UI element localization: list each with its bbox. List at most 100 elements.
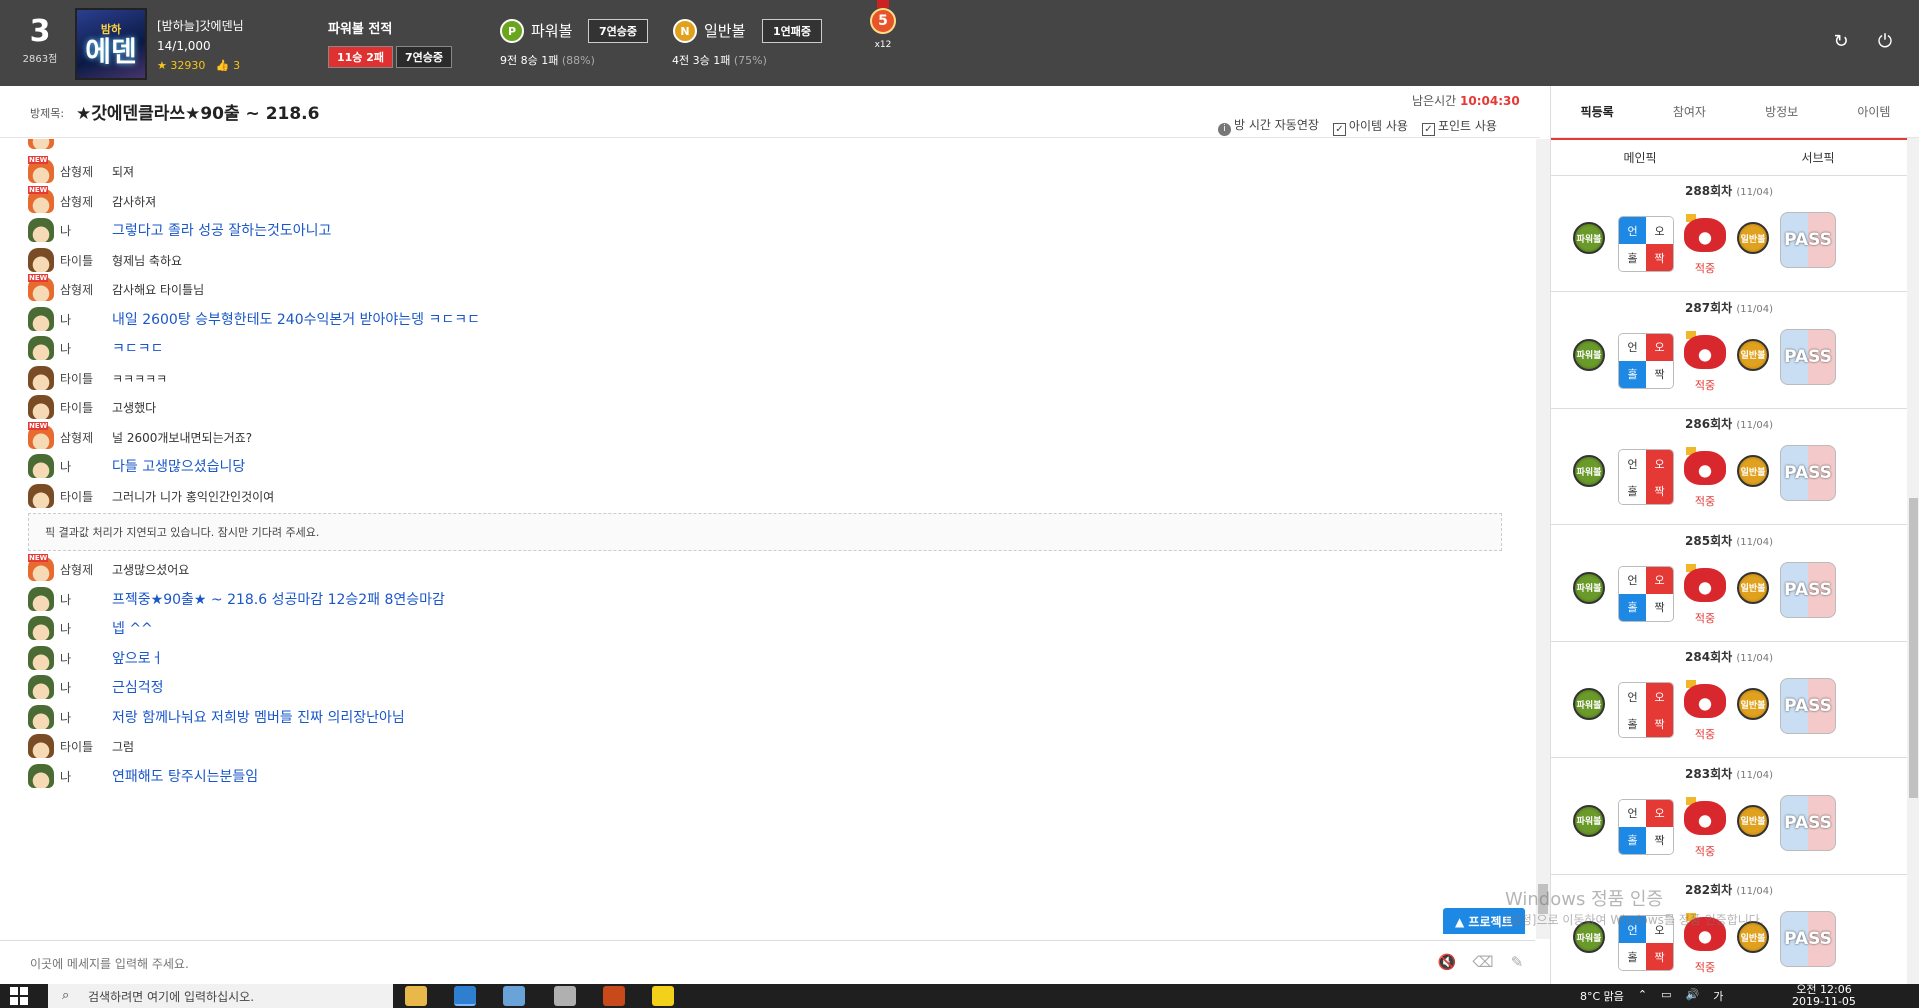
point-use-checkbox[interactable]: ✓ 포인트 사용 (1421, 117, 1497, 136)
pick-cell[interactable]: 언 (1619, 683, 1646, 710)
tray-chevron-icon[interactable]: ⌃ (1638, 988, 1647, 1004)
windows-start-icon[interactable] (10, 987, 28, 1005)
right-scrollbar-thumb[interactable] (1909, 498, 1918, 798)
pick-cell[interactable]: 언 (1619, 799, 1646, 827)
volume-icon[interactable]: 🔊 (1686, 988, 1700, 1004)
normalball-icon[interactable]: 일반볼 (1737, 338, 1769, 371)
pick-cell[interactable]: 짝 (1646, 244, 1673, 271)
member-avatar-icon[interactable] (28, 587, 54, 611)
chat-nickname[interactable]: 나 (60, 311, 112, 328)
powerball-icon[interactable]: 파워볼 (1573, 338, 1605, 371)
calculator-icon[interactable] (554, 986, 576, 1006)
chat-nickname[interactable]: 나 (60, 591, 112, 608)
refresh-icon[interactable]: ↻ (1829, 30, 1853, 54)
normalball-icon[interactable]: 일반볼 (1737, 455, 1769, 487)
new-member-avatar-icon[interactable] (28, 274, 54, 301)
normalball-icon[interactable]: 일반볼 (1737, 804, 1769, 837)
chat-nickname[interactable]: 나 (60, 650, 112, 667)
normalball-icon[interactable]: 일반볼 (1737, 222, 1769, 254)
pick-cell[interactable]: 홀 (1619, 593, 1646, 621)
app-icon[interactable] (503, 986, 525, 1006)
powerball-icon[interactable]: 파워볼 (1573, 804, 1605, 837)
pass-button[interactable]: PASS (1780, 678, 1836, 734)
pick-cell[interactable]: 오 (1646, 683, 1673, 710)
pass-button[interactable]: PASS (1780, 212, 1836, 268)
pick-cell[interactable]: 오 (1646, 217, 1673, 244)
pick-cell[interactable]: 짝 (1646, 826, 1673, 854)
member-avatar-icon[interactable] (28, 764, 54, 788)
magic-wand-icon[interactable]: ✎ (1506, 951, 1528, 973)
game-icon[interactable] (603, 986, 625, 1006)
pass-button[interactable]: PASS (1780, 561, 1836, 618)
chat-nickname[interactable]: 삼형제 (60, 561, 112, 578)
power-icon[interactable]: ⏻ (1873, 30, 1897, 54)
normalball-icon[interactable]: 일반볼 (1737, 688, 1769, 720)
new-member-avatar-icon[interactable] (28, 554, 54, 581)
new-member-avatar-icon[interactable] (28, 156, 54, 183)
normalball-icon[interactable]: 일반볼 (1737, 571, 1769, 604)
member-avatar-icon[interactable] (28, 646, 54, 670)
chat-nickname[interactable]: 타이틀 (60, 370, 112, 387)
chat-nickname[interactable]: 나 (60, 222, 112, 239)
chat-nickname[interactable]: 타이틀 (60, 399, 112, 416)
chat-input[interactable] (30, 953, 1410, 975)
member-avatar-icon[interactable] (28, 218, 54, 242)
pick-cell[interactable]: 언 (1619, 333, 1646, 361)
pick-cell[interactable]: 짝 (1646, 593, 1673, 621)
powerball-icon[interactable]: 파워볼 (1573, 571, 1605, 604)
auto-extend-option[interactable]: i방 시간 자동연장 (1218, 116, 1319, 136)
tab-pick[interactable]: 픽등록 (1551, 86, 1643, 137)
tab-items[interactable]: 아이템 (1828, 86, 1919, 137)
chat-nickname[interactable]: 나 (60, 768, 112, 785)
pick-cell[interactable]: 홀 (1619, 360, 1646, 388)
kakaotalk-icon[interactable] (652, 986, 674, 1006)
ime-indicator[interactable]: 가 (1713, 988, 1723, 1004)
member-avatar-icon[interactable] (28, 616, 54, 640)
member-avatar-icon[interactable] (28, 705, 54, 729)
chat-nickname[interactable]: 타이틀 (60, 738, 112, 755)
chat-nickname[interactable]: 나 (60, 340, 112, 357)
chat-nickname[interactable]: 타이틀 (60, 488, 112, 505)
tab-roominfo[interactable]: 방정보 (1736, 86, 1828, 137)
file-explorer-icon[interactable] (405, 986, 427, 1006)
network-icon[interactable]: ▭ (1661, 988, 1671, 1004)
pick-cell[interactable]: 오 (1646, 450, 1673, 477)
chat-nickname[interactable]: 나 (60, 620, 112, 637)
pick-cell[interactable]: 홀 (1619, 477, 1646, 504)
eraser-icon[interactable]: ⌫ (1472, 951, 1494, 973)
pass-button[interactable]: PASS (1780, 911, 1836, 967)
chat-nickname[interactable]: 나 (60, 679, 112, 696)
powerball-icon[interactable]: 파워볼 (1573, 222, 1605, 254)
pick-cell[interactable]: 언 (1619, 217, 1646, 244)
chat-nickname[interactable]: 삼형제 (60, 163, 112, 180)
pass-button[interactable]: PASS (1780, 328, 1836, 385)
pick-cell[interactable]: 짝 (1646, 360, 1673, 388)
member-avatar-icon[interactable] (28, 395, 54, 419)
pick-cell[interactable]: 짝 (1646, 477, 1673, 504)
pick-cell[interactable]: 오 (1646, 333, 1673, 361)
pick-cell[interactable]: 홀 (1619, 244, 1646, 271)
pick-cell[interactable]: 언 (1619, 566, 1646, 594)
member-avatar-icon[interactable] (28, 248, 54, 272)
avatar[interactable]: 밤하 에덴 (75, 8, 147, 80)
pick-cell[interactable]: 홀 (1619, 826, 1646, 854)
member-avatar-icon[interactable] (28, 675, 54, 699)
right-scrollbar[interactable] (1907, 138, 1919, 984)
member-avatar-icon[interactable] (28, 734, 54, 758)
mute-icon[interactable]: 🔇 (1436, 951, 1458, 973)
member-avatar-icon[interactable] (28, 366, 54, 390)
taskbar-clock[interactable]: 오전 12:06 2019-11-05 (1792, 984, 1856, 1008)
member-avatar-icon[interactable] (28, 307, 54, 331)
taskbar-search[interactable]: ⌕ 검색하려면 여기에 입력하십시오. (48, 984, 393, 1008)
member-avatar-icon[interactable] (28, 484, 54, 508)
chat-nickname[interactable]: 나 (60, 709, 112, 726)
powerball-icon[interactable]: 파워볼 (1573, 688, 1605, 720)
member-avatar-icon[interactable] (28, 336, 54, 360)
pick-cell[interactable]: 오 (1646, 566, 1673, 594)
chat-nickname[interactable]: 삼형제 (60, 429, 112, 446)
tab-members[interactable]: 참여자 (1643, 86, 1735, 137)
member-avatar-icon[interactable] (28, 454, 54, 478)
pick-cell[interactable]: 홀 (1619, 710, 1646, 737)
pick-cell[interactable]: 짝 (1646, 943, 1673, 970)
powerball-icon[interactable]: 파워볼 (1573, 455, 1605, 487)
